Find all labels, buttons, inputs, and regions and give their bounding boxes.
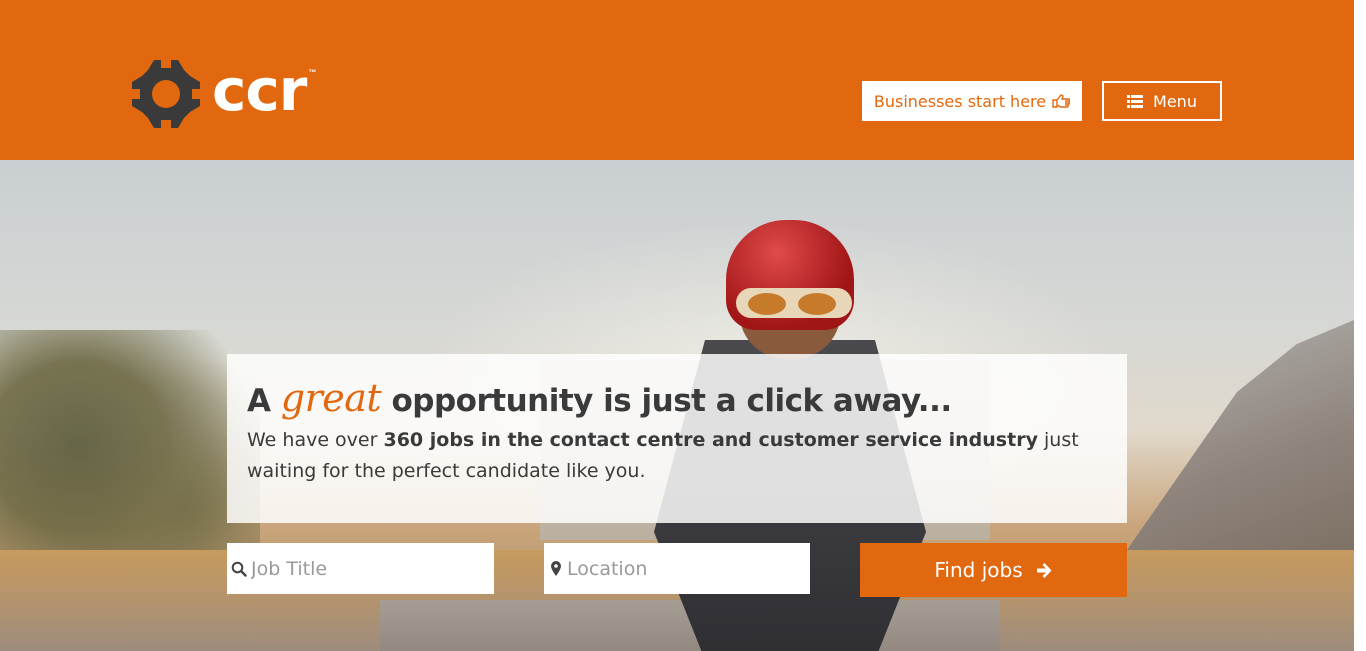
arrow-right-icon: [1036, 563, 1052, 578]
headline-accent-word: great: [280, 376, 382, 420]
businesses-start-here-button[interactable]: Businesses start here: [862, 81, 1082, 121]
hero-message-panel: A great opportunity is just a click away…: [227, 354, 1127, 523]
ccr-logo[interactable]: ccr ™: [132, 60, 316, 128]
subtext-bold: 360 jobs in the contact centre and custo…: [383, 429, 1038, 451]
find-jobs-button[interactable]: Find jobs: [860, 543, 1127, 597]
job-title-field[interactable]: [227, 543, 494, 594]
gear-logo-icon: [132, 60, 200, 128]
subtext-before: We have over: [247, 429, 384, 451]
site-header: ccr ™ Businesses start here Menu: [0, 0, 1354, 160]
map-marker-icon: [544, 561, 567, 576]
search-icon: [227, 561, 251, 577]
businesses-button-label: Businesses start here: [873, 91, 1047, 111]
location-input[interactable]: [567, 543, 810, 594]
find-jobs-label: Find jobs: [934, 558, 1023, 582]
location-field[interactable]: [544, 543, 810, 594]
trademark-symbol: ™: [308, 67, 317, 77]
hand-pointing-right-icon: [1052, 94, 1071, 108]
logo-wordmark: ccr: [212, 56, 307, 124]
hero-headline: A great opportunity is just a click away…: [247, 376, 1107, 423]
hero-subtext: We have over 360 jobs in the contact cen…: [247, 425, 1107, 487]
job-title-input[interactable]: [251, 543, 494, 594]
menu-button[interactable]: Menu: [1102, 81, 1222, 121]
menu-button-label: Menu: [1153, 91, 1197, 111]
list-icon: [1127, 94, 1144, 108]
headline-suffix: opportunity is just a click away...: [391, 383, 953, 419]
headline-prefix: A: [247, 383, 271, 419]
